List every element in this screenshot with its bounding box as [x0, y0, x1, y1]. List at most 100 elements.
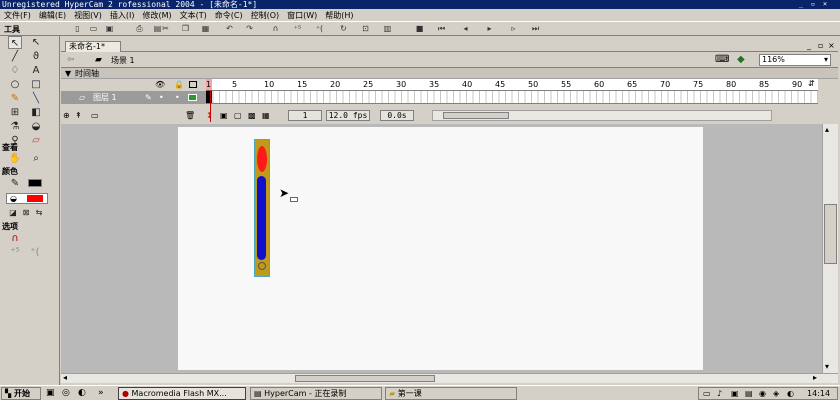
tray-network-icon[interactable]: ▭: [703, 389, 711, 398]
rewind-icon[interactable]: ⏮: [436, 24, 447, 34]
timeline-menu-icon[interactable]: ⇵: [808, 79, 815, 88]
visible-dot-icon[interactable]: •: [159, 91, 164, 104]
outline-color-icon[interactable]: [188, 94, 197, 101]
step-forward-icon[interactable]: ▹: [508, 24, 519, 34]
stroke-color-icon[interactable]: ✎: [8, 177, 22, 190]
edit-scene-icon[interactable]: ⌨: [715, 54, 729, 65]
paint-bucket-tool-icon[interactable]: ◒: [29, 120, 43, 133]
restore-icon[interactable]: ▫: [808, 0, 818, 9]
menu-insert[interactable]: 插入(I): [106, 10, 139, 21]
rotate-icon[interactable]: ↻: [338, 24, 349, 34]
align-icon[interactable]: ▥: [382, 24, 393, 34]
minimize-icon[interactable]: _: [796, 0, 806, 9]
onion-skin-icon[interactable]: ▣: [220, 110, 228, 122]
menu-view[interactable]: 视图(V): [70, 10, 106, 21]
redo-icon[interactable]: ↷: [244, 24, 255, 34]
thermometer-symbol[interactable]: [254, 139, 270, 277]
swap-colors-icon[interactable]: ⇆: [32, 206, 46, 219]
taskbar-item-hypercam[interactable]: ▤ HyperCam - 正在录制: [250, 387, 382, 400]
controller-stop-icon[interactable]: ■: [414, 24, 425, 34]
print-icon[interactable]: ⎙: [134, 24, 145, 34]
timeline-scroll-thumb[interactable]: [443, 112, 509, 119]
desktop-icon[interactable]: ▣: [46, 388, 55, 398]
onion-skin-outline-icon[interactable]: ▢: [234, 110, 242, 122]
menu-help[interactable]: 帮助(H): [321, 10, 357, 21]
frame-grid[interactable]: [206, 91, 818, 104]
ie-icon[interactable]: ◎: [62, 388, 70, 398]
edit-multiple-frames-icon[interactable]: ▩: [248, 110, 256, 122]
zoom-select[interactable]: 116% ▾: [759, 54, 831, 66]
tray-monitor-icon[interactable]: ▤: [745, 389, 753, 398]
menu-modify[interactable]: 修改(M): [138, 10, 175, 21]
fill-color-selector[interactable]: ◒: [6, 193, 48, 204]
doc-restore-icon[interactable]: ▫: [818, 41, 823, 50]
pencil-tool-icon[interactable]: ✎: [8, 92, 22, 105]
lock-dot-icon[interactable]: •: [175, 91, 180, 104]
default-colors-icon[interactable]: ◪: [6, 206, 20, 219]
free-transform-tool-icon[interactable]: ⊞: [8, 106, 22, 119]
timeline-header[interactable]: ▼ 时间轴: [61, 68, 838, 79]
close-icon[interactable]: ×: [820, 0, 830, 9]
vscroll-thumb[interactable]: [824, 204, 837, 264]
add-guide-layer-icon[interactable]: ↟: [75, 111, 82, 120]
tray-volume-icon[interactable]: ♪: [717, 389, 722, 398]
arrow-tool-icon[interactable]: ↖: [8, 36, 22, 49]
oval-tool-icon[interactable]: ○: [8, 78, 22, 91]
subselect-tool-icon[interactable]: ↖: [29, 36, 43, 49]
snap-magnet-icon[interactable]: ∩: [270, 24, 281, 34]
menu-edit[interactable]: 编辑(E): [35, 10, 70, 21]
no-color-icon[interactable]: ⊠: [19, 206, 33, 219]
center-frame-icon[interactable]: ↕: [206, 110, 213, 122]
stroke-color-swatch[interactable]: [28, 179, 42, 187]
open-file-icon[interactable]: ▭: [88, 24, 99, 34]
scroll-down-icon[interactable]: ▾: [825, 362, 829, 371]
hand-tool-icon[interactable]: ✋: [8, 152, 22, 165]
taskbar-item-folder[interactable]: ▰ 第一课: [385, 387, 517, 400]
save-icon[interactable]: ▣: [104, 24, 115, 34]
menu-control[interactable]: 控制(O): [247, 10, 284, 21]
menu-text[interactable]: 文本(T): [176, 10, 211, 21]
outline-icon[interactable]: [189, 81, 197, 88]
lock-icon[interactable]: 🔒: [174, 80, 184, 89]
tray-shield-icon[interactable]: ◈: [773, 389, 779, 398]
copy-icon[interactable]: ❐: [180, 24, 191, 34]
straighten-option-icon[interactable]: ⁺(: [28, 246, 42, 259]
play-icon[interactable]: ▸: [484, 24, 495, 34]
media-icon[interactable]: ◐: [78, 388, 86, 398]
go-to-end-icon[interactable]: ⏭: [530, 24, 541, 34]
snap-to-objects-icon[interactable]: ∩: [8, 232, 22, 245]
line-tool-icon[interactable]: ╱: [8, 50, 22, 63]
paste-icon[interactable]: ▦: [200, 24, 211, 34]
smooth-icon[interactable]: ⁺⁵: [292, 24, 303, 34]
text-tool-icon[interactable]: A: [29, 64, 43, 77]
stage[interactable]: ➤: [178, 127, 703, 370]
smooth-option-icon[interactable]: ⁺⁵: [8, 246, 22, 259]
doc-close-icon[interactable]: ×: [828, 41, 835, 50]
ink-bottle-tool-icon[interactable]: ⚗: [8, 120, 22, 133]
insert-folder-icon[interactable]: ▭: [91, 111, 99, 120]
keyframe[interactable]: [206, 91, 212, 103]
layer-row[interactable]: ▱ 图层 1 ✎ • •: [61, 91, 206, 104]
pen-tool-icon[interactable]: ♢: [8, 64, 22, 77]
timeline-hscrollbar[interactable]: [432, 110, 772, 121]
modify-markers-icon[interactable]: ▦: [262, 110, 270, 122]
quicklaunch-icon[interactable]: »: [98, 388, 104, 398]
delete-layer-icon[interactable]: 🗑: [185, 111, 195, 120]
menu-file[interactable]: 文件(F): [0, 10, 35, 21]
tray-record-icon[interactable]: ◉: [759, 389, 766, 398]
taskbar-item-flash[interactable]: ● Macromedia Flash MX...: [118, 387, 246, 400]
edit-symbols-icon[interactable]: ◆: [737, 54, 745, 65]
new-file-icon[interactable]: ▯: [72, 24, 83, 34]
menu-window[interactable]: 窗口(W): [283, 10, 321, 21]
back-arrow-icon[interactable]: ⇦: [67, 55, 75, 65]
scroll-up-icon[interactable]: ▴: [825, 125, 829, 134]
tray-speaker-icon[interactable]: ◐: [787, 389, 794, 398]
hscroll-thumb[interactable]: [295, 375, 435, 382]
zoom-tool-icon[interactable]: ⌕: [29, 152, 43, 165]
menu-command[interactable]: 命令(C): [211, 10, 247, 21]
scroll-right-icon[interactable]: ▸: [813, 373, 817, 382]
rectangle-tool-icon[interactable]: □: [29, 78, 43, 91]
add-layer-icon[interactable]: ⊕: [63, 111, 70, 120]
cut-icon[interactable]: ✂: [160, 24, 171, 34]
undo-icon[interactable]: ↶: [224, 24, 235, 34]
